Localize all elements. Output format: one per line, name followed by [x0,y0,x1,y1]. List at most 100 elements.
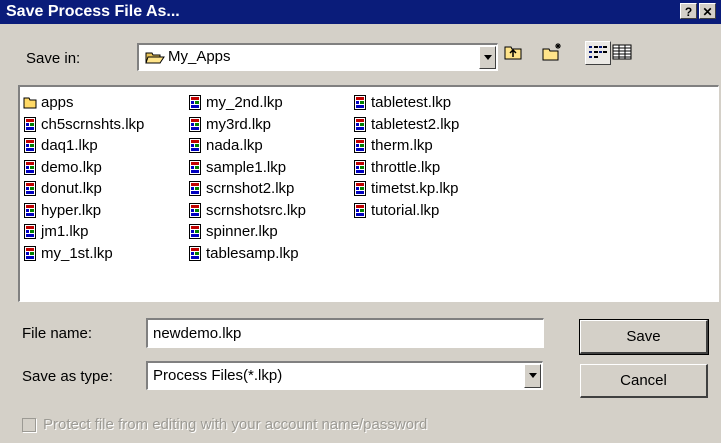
title-bar[interactable]: Save Process File As... ? ✕ [0,0,721,24]
file-name-text: tutorial.lkp [371,201,440,219]
file-column-3: tabletest.lkp tabletest2.lkp therm.lkp thro… [353,92,459,221]
file-icon [188,116,206,132]
file-icon [353,202,371,218]
file-list-item[interactable]: nada.lkp [188,135,306,157]
file-name-text: hyper.lkp [41,201,102,219]
file-list-item[interactable]: my_2nd.lkp [188,92,306,114]
file-icon [23,116,41,132]
file-list-item[interactable]: tabletest.lkp [353,92,459,114]
file-icon [353,181,371,197]
file-icon [188,159,206,175]
window-title: Save Process File As... [6,3,180,20]
file-list-item[interactable]: hyper.lkp [23,200,144,222]
file-icon [188,224,206,240]
file-icon [23,202,41,218]
file-name-text: my_2nd.lkp [206,94,283,112]
file-name-text: scrnshot2.lkp [206,180,295,198]
file-name-text: demo.lkp [41,158,102,176]
file-icon [188,138,206,154]
up-one-level-button[interactable] [501,41,527,65]
file-list-item[interactable]: my_1st.lkp [23,243,144,265]
file-name-text: spinner.lkp [206,223,278,241]
save-in-dropdown-arrow[interactable] [479,46,496,69]
save-as-type-value: Process Files(*.lkp) [153,367,283,384]
file-name-text: tabletest2.lkp [371,115,460,133]
file-name-text: therm.lkp [371,137,433,155]
new-folder-icon [542,43,561,61]
file-icon [353,159,371,175]
file-list-item[interactable]: demo.lkp [23,157,144,179]
file-name-text: nada.lkp [206,137,263,155]
file-name-text: daq1.lkp [41,137,98,155]
file-list-item[interactable]: tablesamp.lkp [188,243,306,265]
file-list-item[interactable]: apps [23,92,144,114]
file-name-text: sample1.lkp [206,158,287,176]
file-list-item[interactable]: tabletest2.lkp [353,114,459,136]
file-list-item[interactable]: therm.lkp [353,135,459,157]
cancel-button[interactable]: Cancel [580,364,708,398]
file-name-text: scrnshotsrc.lkp [206,201,307,219]
file-list-item[interactable]: ch5scrnshts.lkp [23,114,144,136]
file-name-text: donut.lkp [41,180,102,198]
file-name-text: timetst.kp.lkp [371,180,459,198]
file-icon [23,181,41,197]
file-icon [188,202,206,218]
file-list-item[interactable]: sample1.lkp [188,157,306,179]
save-as-type-dropdown[interactable]: Process Files(*.lkp) [146,361,543,390]
protect-file-label: Protect file from editing with your acco… [43,416,428,433]
details-view-icon [612,44,632,60]
save-in-dropdown[interactable]: My_Apps [137,43,498,71]
file-name-text: apps [41,94,74,112]
file-list-item[interactable]: spinner.lkp [188,221,306,243]
open-folder-icon [145,52,165,64]
file-list-item[interactable]: tutorial.lkp [353,200,459,222]
save-button[interactable]: Save [579,319,709,355]
file-name-field[interactable]: newdemo.lkp [146,318,544,348]
list-view-button[interactable] [585,41,611,65]
file-icon [23,245,41,261]
help-button[interactable]: ? [680,3,697,19]
details-view-button[interactable] [610,41,636,65]
folder-icon [23,95,41,110]
save-in-label-text: Save in: [26,50,81,67]
file-icon [188,181,206,197]
file-column-1: apps ch5scrnshts.lkp daq1.lkp demo.lkp donut… [23,92,144,264]
file-name-text: tabletest.lkp [371,94,452,112]
save-in-label: Save in: [26,50,80,67]
close-button[interactable]: ✕ [699,3,716,19]
save-as-type-dropdown-arrow[interactable] [524,364,541,388]
file-name-text: my_1st.lkp [41,244,113,262]
file-icon [353,95,371,111]
file-icon [23,224,41,240]
file-icon [23,138,41,154]
file-name-text: ch5scrnshts.lkp [41,115,145,133]
file-list-item[interactable]: jm1.lkp [23,221,144,243]
file-list-item[interactable]: daq1.lkp [23,135,144,157]
file-icon [23,159,41,175]
protect-file-checkbox [22,417,36,432]
file-list-item[interactable]: scrnshot2.lkp [188,178,306,200]
save-as-type-label: Save as type: [22,368,113,385]
file-list-item[interactable]: timetst.kp.lkp [353,178,459,200]
list-view-icon [589,46,607,58]
file-list-item[interactable]: throttle.lkp [353,157,459,179]
file-list-item[interactable]: scrnshotsrc.lkp [188,200,306,222]
file-icon [353,116,371,132]
file-column-2: my_2nd.lkp my3rd.lkp nada.lkp sample1.lkp sc… [188,92,306,264]
file-icon [188,245,206,261]
file-name-text: jm1.lkp [41,223,89,241]
save-in-value: My_Apps [168,48,231,65]
file-name-value: newdemo.lkp [153,325,242,342]
file-list-item[interactable]: donut.lkp [23,178,144,200]
file-name-text: throttle.lkp [371,158,441,176]
file-name-label: File name: [22,325,93,342]
file-icon [188,95,206,111]
file-name-text: my3rd.lkp [206,115,272,133]
new-folder-button[interactable] [540,41,566,65]
protect-file-row: Protect file from editing with your acco… [22,416,427,433]
file-icon [353,138,371,154]
file-name-text: tablesamp.lkp [206,244,299,262]
up-one-level-icon [504,46,522,60]
file-list[interactable]: apps ch5scrnshts.lkp daq1.lkp demo.lkp donut… [18,85,719,302]
file-list-item[interactable]: my3rd.lkp [188,114,306,136]
